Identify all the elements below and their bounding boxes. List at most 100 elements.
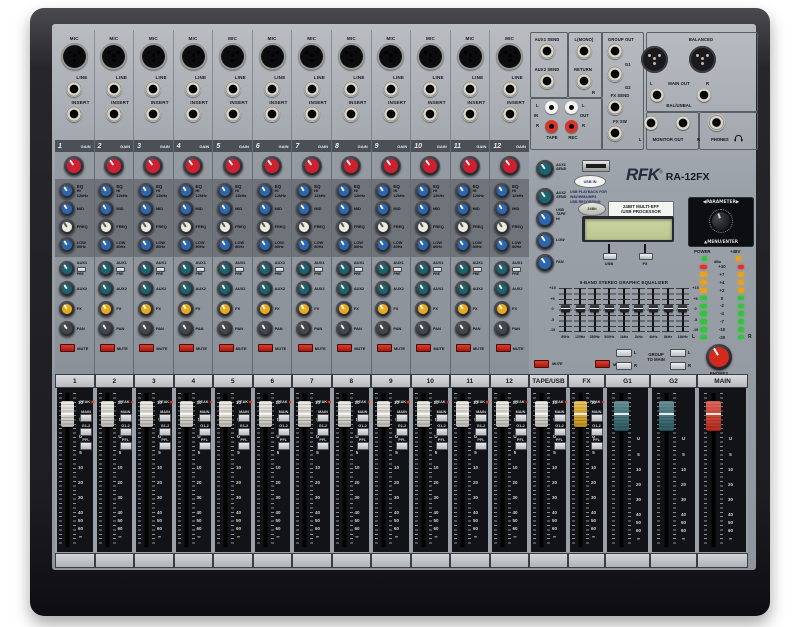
group-assign-button[interactable] xyxy=(317,428,329,436)
group-assign-button[interactable] xyxy=(238,428,250,436)
rec-out-l-rca[interactable] xyxy=(565,101,578,114)
eq-low-knob[interactable] xyxy=(178,237,194,253)
main-assign-button[interactable] xyxy=(80,414,92,422)
insert-jack[interactable] xyxy=(145,106,161,122)
mic-xlr-jack[interactable] xyxy=(61,43,88,70)
fx-footswitch-jack[interactable] xyxy=(607,125,623,141)
pfl-button[interactable] xyxy=(278,442,290,450)
pfl-button[interactable] xyxy=(159,442,171,450)
eq-hi-knob[interactable] xyxy=(257,183,273,199)
mic-xlr-jack[interactable] xyxy=(298,43,325,70)
pan-knob[interactable] xyxy=(178,321,194,337)
gain-knob[interactable] xyxy=(104,156,124,176)
aux2-knob[interactable] xyxy=(217,281,233,297)
insert-jack[interactable] xyxy=(462,106,478,122)
pan-knob[interactable] xyxy=(375,321,391,337)
g2-to-main-l-button[interactable] xyxy=(670,349,686,357)
eq-mid-freq-knob[interactable] xyxy=(178,219,194,235)
group-assign-button[interactable] xyxy=(120,428,132,436)
mute-button[interactable] xyxy=(456,344,471,352)
mute-button[interactable] xyxy=(496,344,511,352)
group-assign-button[interactable] xyxy=(515,428,527,436)
pan-knob[interactable] xyxy=(494,321,510,337)
aux2-knob[interactable] xyxy=(494,281,510,297)
parameter-knob[interactable] xyxy=(709,209,733,233)
aux1-knob[interactable] xyxy=(217,261,233,277)
aux1-knob[interactable] xyxy=(375,261,391,277)
geq-slider-handle[interactable] xyxy=(605,305,614,312)
main-out-r-jack[interactable] xyxy=(697,88,711,102)
fader-handle[interactable] xyxy=(180,401,193,427)
phones-jack[interactable] xyxy=(708,114,725,131)
group-assign-button[interactable] xyxy=(591,428,603,436)
eq-hi-knob[interactable] xyxy=(336,183,352,199)
mute-button[interactable] xyxy=(60,344,75,352)
insert-jack[interactable] xyxy=(225,106,241,122)
mute-button[interactable] xyxy=(258,344,273,352)
insert-jack[interactable] xyxy=(264,106,280,122)
eq-mid-knob[interactable] xyxy=(178,201,194,217)
mute-button[interactable] xyxy=(416,344,431,352)
pan-knob[interactable] xyxy=(455,321,471,337)
gain-knob[interactable] xyxy=(420,156,440,176)
tape-hi-knob[interactable] xyxy=(536,210,554,228)
aux2-knob[interactable] xyxy=(138,281,154,297)
mute-button[interactable] xyxy=(139,344,154,352)
mic-xlr-jack[interactable] xyxy=(259,43,286,70)
gain-knob[interactable] xyxy=(143,156,163,176)
slider-cap[interactable] xyxy=(639,253,653,260)
fx-send-knob[interactable] xyxy=(98,301,114,317)
fader-handle[interactable] xyxy=(456,401,469,427)
eq-mid-freq-knob[interactable] xyxy=(375,219,391,235)
fx-send-knob[interactable] xyxy=(296,301,312,317)
aux2-knob[interactable] xyxy=(455,281,471,297)
gain-knob[interactable] xyxy=(500,156,520,176)
fader-handle[interactable] xyxy=(259,401,272,427)
mute-button[interactable] xyxy=(377,344,392,352)
line-jack[interactable] xyxy=(343,81,359,97)
pfl-button[interactable] xyxy=(515,442,527,450)
g1-to-main-l-button[interactable] xyxy=(616,349,632,357)
slider-cap[interactable] xyxy=(603,253,617,260)
group-assign-button[interactable] xyxy=(159,428,171,436)
geq-slider-handle[interactable] xyxy=(561,305,570,312)
aux2-knob[interactable] xyxy=(257,281,273,297)
geq-slider-handle[interactable] xyxy=(590,305,599,312)
tape-in-r-rca[interactable] xyxy=(545,120,558,133)
insert-jack[interactable] xyxy=(502,106,518,122)
fx-send-knob[interactable] xyxy=(59,301,75,317)
main-out-r-xlr[interactable] xyxy=(689,46,716,73)
line-jack[interactable] xyxy=(502,81,518,97)
eq-mid-freq-knob[interactable] xyxy=(138,219,154,235)
eq-mid-freq-knob[interactable] xyxy=(415,219,431,235)
eq-mid-freq-knob[interactable] xyxy=(217,219,233,235)
eq-low-knob[interactable] xyxy=(296,237,312,253)
eq-hi-knob[interactable] xyxy=(415,183,431,199)
gain-knob[interactable] xyxy=(223,156,243,176)
eq-mid-freq-knob[interactable] xyxy=(296,219,312,235)
fx-send-knob[interactable] xyxy=(494,301,510,317)
geq-slider-handle[interactable] xyxy=(664,305,673,312)
eq-mid-knob[interactable] xyxy=(138,201,154,217)
eq-low-knob[interactable] xyxy=(217,237,233,253)
mic-xlr-jack[interactable] xyxy=(140,43,167,70)
tape-mute-button[interactable] xyxy=(534,360,549,368)
fader-handle[interactable] xyxy=(219,401,232,427)
insert-jack[interactable] xyxy=(185,106,201,122)
insert-jack[interactable] xyxy=(422,106,438,122)
aux2-knob[interactable] xyxy=(415,281,431,297)
main-assign-button[interactable] xyxy=(317,414,329,422)
group-out-g1-jack[interactable] xyxy=(607,43,623,59)
aux2-knob[interactable] xyxy=(375,281,391,297)
eq-mid-freq-knob[interactable] xyxy=(98,219,114,235)
insert-jack[interactable] xyxy=(304,106,320,122)
main-out-l-jack[interactable] xyxy=(650,88,664,102)
pan-knob[interactable] xyxy=(415,321,431,337)
eq-hi-knob[interactable] xyxy=(98,183,114,199)
aux1-knob[interactable] xyxy=(138,261,154,277)
line-jack[interactable] xyxy=(422,81,438,97)
fader-handle[interactable] xyxy=(140,401,153,427)
line-jack[interactable] xyxy=(225,81,241,97)
eq-low-knob[interactable] xyxy=(494,237,510,253)
gain-knob[interactable] xyxy=(262,156,282,176)
